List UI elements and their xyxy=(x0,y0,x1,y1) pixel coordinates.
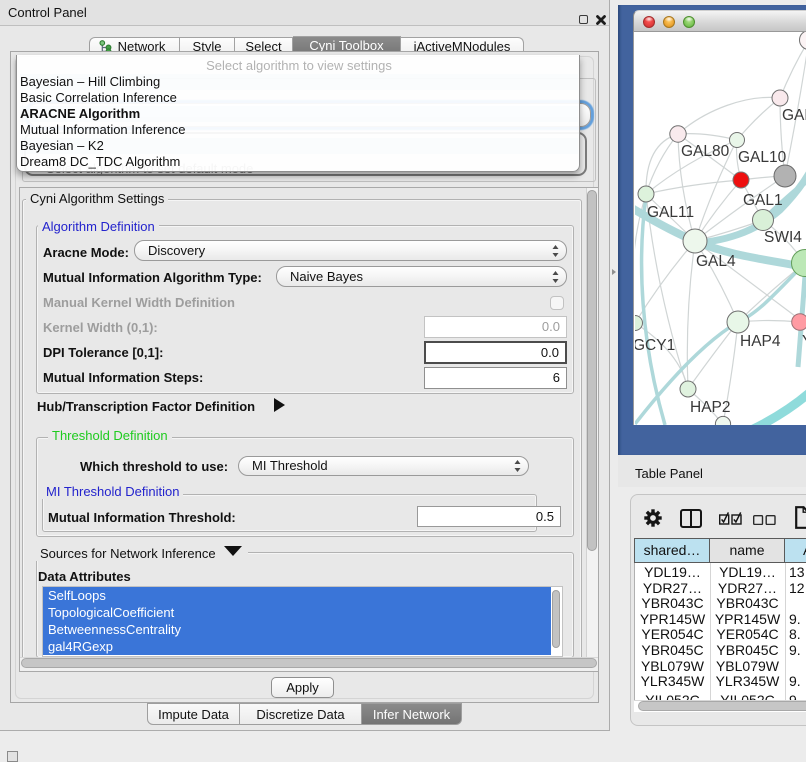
svg-text:GAL80: GAL80 xyxy=(681,143,730,160)
svg-text:HAP2: HAP2 xyxy=(690,399,731,416)
svg-text:GCY1: GCY1 xyxy=(635,337,675,354)
svg-text:GAL1: GAL1 xyxy=(743,192,783,209)
svg-text:GAL4: GAL4 xyxy=(696,253,736,270)
svg-text:GAL10: GAL10 xyxy=(738,149,787,166)
svg-text:Y: Y xyxy=(802,333,806,350)
svg-text:SWI4: SWI4 xyxy=(764,229,802,246)
svg-text:HAP4: HAP4 xyxy=(740,333,781,350)
svg-text:GAL11: GAL11 xyxy=(647,204,694,221)
svg-text:GAL2: GAL2 xyxy=(782,107,806,124)
